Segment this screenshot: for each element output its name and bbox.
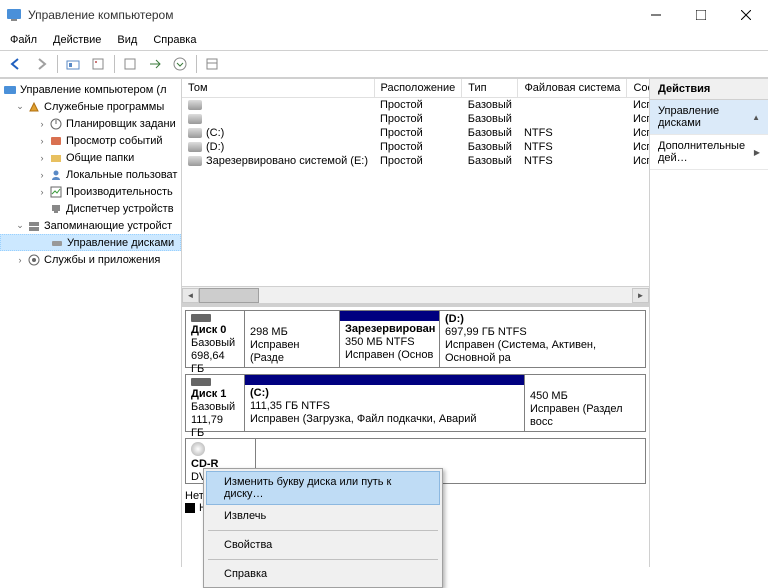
tree-event-viewer[interactable]: ›Просмотр событий bbox=[0, 132, 181, 149]
drive-icon bbox=[188, 128, 202, 138]
scroll-left-button[interactable]: ◄ bbox=[182, 288, 199, 303]
cdrom-icon bbox=[191, 442, 205, 456]
tree-local-users[interactable]: ›Локальные пользоват bbox=[0, 166, 181, 183]
partition[interactable]: 450 МБИсправен (Раздел восс bbox=[525, 375, 645, 431]
expand-icon[interactable]: › bbox=[36, 187, 48, 197]
horizontal-scrollbar[interactable]: ◄ ► bbox=[182, 286, 649, 303]
volume-row[interactable]: Зарезервировано системой (E:)ПростойБазо… bbox=[182, 154, 649, 168]
tree-root[interactable]: Управление компьютером (л bbox=[0, 81, 181, 98]
ctx-change-drive-letter[interactable]: Изменить букву диска или путь к диску… bbox=[206, 471, 440, 505]
disk-icon bbox=[191, 314, 211, 322]
actions-category[interactable]: Управление дисками▲ bbox=[650, 100, 768, 135]
expand-icon[interactable]: › bbox=[36, 170, 48, 180]
close-button[interactable] bbox=[723, 0, 768, 30]
partition[interactable]: (C:)111,35 ГБ NTFSИсправен (Загрузка, Фа… bbox=[245, 375, 525, 431]
actions-header: Действия bbox=[650, 79, 768, 100]
col-volume[interactable]: Том bbox=[182, 79, 374, 98]
maximize-button[interactable] bbox=[678, 0, 723, 30]
ctx-properties[interactable]: Свойства bbox=[206, 534, 440, 556]
toolbar-sep bbox=[57, 55, 58, 73]
expand-icon[interactable]: ⌄ bbox=[14, 220, 26, 231]
list-button[interactable] bbox=[200, 53, 224, 75]
help-button[interactable] bbox=[168, 53, 192, 75]
expand-icon[interactable]: › bbox=[14, 255, 26, 265]
app-icon bbox=[6, 7, 22, 23]
back-button[interactable] bbox=[4, 53, 28, 75]
tree-services[interactable]: ›Службы и приложения bbox=[0, 251, 181, 268]
submenu-icon: ▶ bbox=[754, 148, 760, 157]
context-menu: Изменить букву диска или путь к диску… И… bbox=[203, 468, 443, 588]
collapse-icon: ▲ bbox=[752, 113, 760, 122]
volume-row[interactable]: ПростойБазовыйИсправен (Раздел восс bbox=[182, 112, 649, 126]
legend-swatch bbox=[185, 503, 195, 513]
menu-action[interactable]: Действие bbox=[45, 32, 109, 48]
actions-pane: Действия Управление дисками▲ Дополнитель… bbox=[650, 79, 768, 567]
minimize-button[interactable] bbox=[633, 0, 678, 30]
titlebar: Управление компьютером bbox=[0, 0, 768, 30]
drive-icon bbox=[188, 100, 202, 110]
disk-row-0[interactable]: Диск 0 Базовый 698,64 ГБ В сети 298 МБИс… bbox=[185, 310, 646, 368]
tree-device-manager[interactable]: Диспетчер устройств bbox=[0, 200, 181, 217]
volume-list: Том Расположение Тип Файловая система Со… bbox=[182, 79, 649, 303]
disk-row-1[interactable]: Диск 1 Базовый 111,79 ГБ В сети (C:)111,… bbox=[185, 374, 646, 432]
expand-icon[interactable]: › bbox=[36, 119, 48, 129]
partition[interactable]: Зарезервирован350 МБ NTFSИсправен (Основ bbox=[340, 311, 440, 367]
menu-file[interactable]: Файл bbox=[2, 32, 45, 48]
expand-icon[interactable]: ⌄ bbox=[14, 101, 26, 112]
menubar: Файл Действие Вид Справка bbox=[0, 30, 768, 50]
disk-label: Диск 0 Базовый 698,64 ГБ В сети bbox=[186, 311, 245, 367]
properties-button[interactable] bbox=[86, 53, 110, 75]
ctx-eject[interactable]: Извлечь bbox=[206, 505, 440, 527]
scroll-right-button[interactable]: ► bbox=[632, 288, 649, 303]
menu-help[interactable]: Справка bbox=[145, 32, 204, 48]
col-filesystem[interactable]: Файловая система bbox=[518, 79, 627, 98]
scroll-thumb[interactable] bbox=[199, 288, 259, 303]
forward-button[interactable] bbox=[29, 53, 53, 75]
disk-icon bbox=[191, 378, 211, 386]
col-status[interactable]: Состояние bbox=[627, 79, 649, 98]
volume-row[interactable]: ПростойБазовыйИсправен (Раздел изг bbox=[182, 98, 649, 113]
col-layout[interactable]: Расположение bbox=[374, 79, 462, 98]
disk-label: Диск 1 Базовый 111,79 ГБ В сети bbox=[186, 375, 245, 431]
partition[interactable]: 298 МБИсправен (Разде bbox=[245, 311, 340, 367]
menu-view[interactable]: Вид bbox=[109, 32, 145, 48]
volume-table[interactable]: Том Расположение Тип Файловая система Со… bbox=[182, 79, 649, 168]
navigation-tree[interactable]: Управление компьютером (л ⌄Служебные про… bbox=[0, 79, 182, 567]
tree-shared-folders[interactable]: ›Общие папки bbox=[0, 149, 181, 166]
toolbar-sep bbox=[114, 55, 115, 73]
refresh-button[interactable] bbox=[118, 53, 142, 75]
drive-icon bbox=[188, 142, 202, 152]
volume-row[interactable]: (C:)ПростойБазовыйNTFSИсправен (Загрузка… bbox=[182, 126, 649, 140]
toolbar-sep bbox=[196, 55, 197, 73]
drive-icon bbox=[188, 156, 202, 166]
col-type[interactable]: Тип bbox=[462, 79, 518, 98]
tree-storage[interactable]: ⌄Запоминающие устройст bbox=[0, 217, 181, 234]
window-title: Управление компьютером bbox=[28, 8, 633, 22]
ctx-separator bbox=[208, 559, 438, 560]
expand-icon[interactable]: › bbox=[36, 136, 48, 146]
drive-icon bbox=[188, 114, 202, 124]
tree-system-tools[interactable]: ⌄Служебные программы bbox=[0, 98, 181, 115]
expand-icon[interactable]: › bbox=[36, 153, 48, 163]
toolbar bbox=[0, 50, 768, 78]
tree-performance[interactable]: ›Производительность bbox=[0, 183, 181, 200]
tree-disk-management[interactable]: Управление дисками bbox=[0, 234, 181, 251]
up-button[interactable] bbox=[61, 53, 85, 75]
partition-header bbox=[340, 311, 439, 321]
ctx-separator bbox=[208, 530, 438, 531]
partition-header bbox=[245, 375, 524, 385]
disk-partitions: (C:)111,35 ГБ NTFSИсправен (Загрузка, Фа… bbox=[245, 375, 645, 431]
ctx-help[interactable]: Справка bbox=[206, 563, 440, 585]
volume-row[interactable]: (D:)ПростойБазовыйNTFSИсправен (Система,… bbox=[182, 140, 649, 154]
partition[interactable]: (D:)697,99 ГБ NTFSИсправен (Система, Акт… bbox=[440, 311, 645, 367]
tree-scheduler[interactable]: ›Планировщик задани bbox=[0, 115, 181, 132]
export-button[interactable] bbox=[143, 53, 167, 75]
disk-partitions: 298 МБИсправен (РаздеЗарезервирован350 М… bbox=[245, 311, 645, 367]
actions-more[interactable]: Дополнительные дей…▶ bbox=[650, 135, 768, 170]
